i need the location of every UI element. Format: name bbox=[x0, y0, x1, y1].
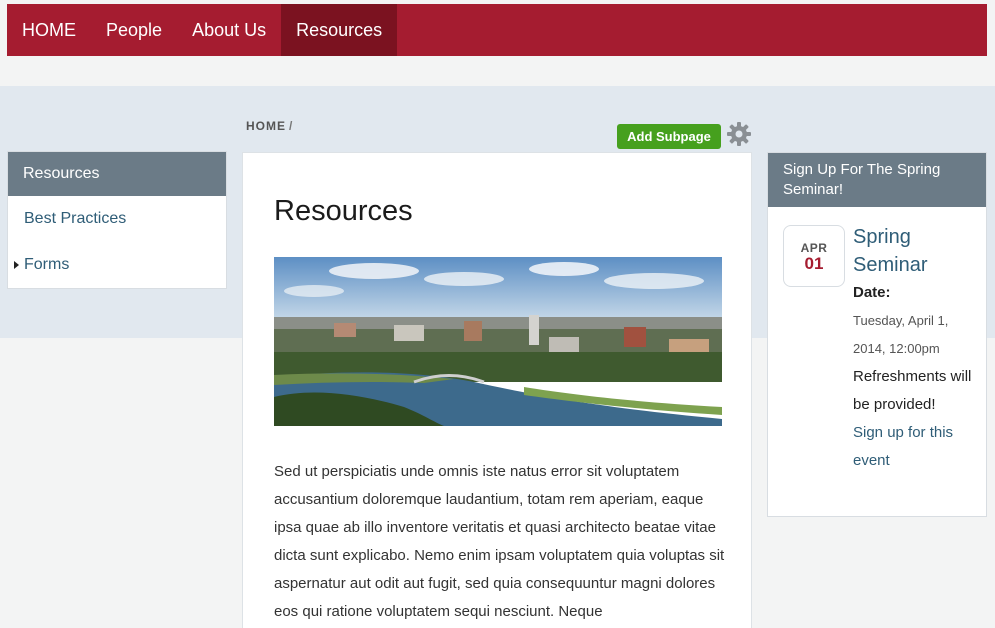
nav-item-resources[interactable]: Resources bbox=[281, 4, 398, 56]
breadcrumb-home[interactable]: HOME bbox=[246, 119, 286, 133]
sidebar-item-forms[interactable]: Forms bbox=[8, 242, 226, 288]
sidebar-item-label: Best Practices bbox=[24, 210, 127, 227]
nav-item-about-us[interactable]: About Us bbox=[177, 4, 281, 56]
section-menu-title[interactable]: Resources bbox=[8, 152, 226, 196]
add-subpage-button[interactable]: Add Subpage bbox=[617, 124, 721, 149]
date-badge: APR 01 bbox=[783, 225, 845, 287]
page-title: Resources bbox=[274, 195, 413, 227]
event-details: Date: Tuesday, April 1, 2014, 12:00pm Re… bbox=[853, 279, 983, 475]
date-badge-day: 01 bbox=[804, 254, 824, 273]
nav-item-people[interactable]: People bbox=[91, 4, 177, 56]
sidebar-item-best-practices[interactable]: Best Practices bbox=[8, 196, 226, 242]
breadcrumb-separator: / bbox=[289, 119, 294, 133]
event-signup-link[interactable]: Sign up for this event bbox=[853, 419, 983, 475]
sidebar-item-label: Forms bbox=[24, 256, 70, 273]
date-badge-month: APR bbox=[800, 241, 828, 255]
event-signup-box: Sign Up For The Spring Seminar! APR 01 S… bbox=[767, 152, 987, 517]
section-menu: Resources Best Practices Forms bbox=[7, 151, 227, 289]
body-paragraph: Sed ut perspiciatis unde omnis iste natu… bbox=[274, 463, 725, 620]
event-date-value: Tuesday, April 1, 2014, 12:00pm bbox=[853, 313, 949, 356]
event-date-label: Date: bbox=[853, 284, 891, 301]
gear-icon[interactable] bbox=[726, 121, 752, 147]
event-box-title: Sign Up For The Spring Seminar! bbox=[768, 153, 986, 207]
top-navigation: HOME People About Us Resources bbox=[7, 4, 987, 56]
nav-item-home[interactable]: HOME bbox=[7, 4, 91, 56]
event-title-link[interactable]: Spring Seminar bbox=[853, 223, 983, 279]
caret-right-icon bbox=[14, 261, 19, 269]
main-content: Resources Sed ut perspiciatis unde omnis… bbox=[242, 152, 752, 628]
event-note: Refreshments will be provided! bbox=[853, 368, 972, 413]
campus-photo bbox=[274, 257, 722, 426]
breadcrumb: HOME / bbox=[246, 119, 293, 133]
